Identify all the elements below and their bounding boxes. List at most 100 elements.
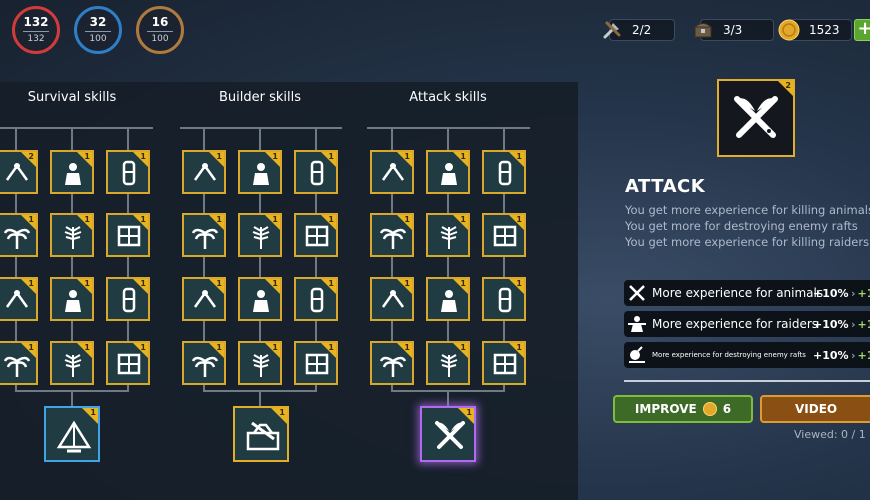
survival-underline	[0, 127, 153, 129]
attack-skill-slot[interactable]: 1	[370, 277, 414, 321]
attack-skill-slot[interactable]: 1	[426, 213, 470, 257]
food-current: 16	[151, 15, 169, 29]
description-line: You get more experience for killing raid…	[625, 235, 870, 249]
level-number: 1	[28, 215, 34, 224]
attack-skill-slot[interactable]: 1	[482, 277, 526, 321]
level-number: 1	[140, 152, 146, 161]
water-current: 32	[89, 15, 107, 29]
water-max: 100	[89, 34, 107, 44]
survival-skill-slot[interactable]: 1	[106, 150, 150, 194]
add-coins-button[interactable]: +	[854, 19, 870, 41]
level-number: 1	[328, 343, 334, 352]
food-stat: 16 100	[136, 6, 184, 54]
health-divider	[23, 31, 49, 32]
builder-skill-slot[interactable]: 1	[238, 150, 282, 194]
selected-skill-level: 2	[785, 81, 791, 90]
attack-skill-slot[interactable]: 1	[426, 341, 470, 385]
bonus-text: More experience for destroying enemy raf…	[652, 351, 806, 359]
survival-skill-slot[interactable]: 1	[50, 150, 94, 194]
tools-icon	[603, 21, 621, 39]
level-number: 1	[28, 279, 34, 288]
food-max: 100	[151, 34, 169, 44]
attack-skill-slot[interactable]: 1	[482, 150, 526, 194]
selected-skill-icon: 2	[717, 79, 795, 157]
level-number: 1	[84, 279, 90, 288]
attack-skill-slot[interactable]: 1	[370, 150, 414, 194]
attack-skill-slot[interactable]: 1	[426, 150, 470, 194]
bonus-next: ›+1	[851, 348, 870, 362]
level-number: 1	[516, 152, 522, 161]
survival-skill-slot[interactable]: 1	[50, 213, 94, 257]
improve-button[interactable]: IMPROVE 6	[613, 395, 753, 423]
survival-skill-slot[interactable]: 1	[106, 341, 150, 385]
builder-skill-slot[interactable]: 1	[182, 341, 226, 385]
level-number: 2	[28, 152, 34, 161]
bonus-row-animals: More experience for animals +10% ›+1	[624, 280, 870, 306]
bonus-next: ›+1	[851, 317, 870, 331]
builder-skill-slot[interactable]: 1	[294, 213, 338, 257]
builder-skill-slot[interactable]: 1	[182, 150, 226, 194]
food-divider	[147, 31, 173, 32]
builder-skill-slot[interactable]: 1	[294, 341, 338, 385]
builder-skill-slot[interactable]: 1	[294, 150, 338, 194]
improve-label: IMPROVE	[634, 402, 697, 416]
attack-skill-slot[interactable]: 1	[426, 277, 470, 321]
builder-skills-title: Builder skills	[218, 90, 302, 105]
level-number: 1	[404, 152, 410, 161]
level-number: 1	[90, 408, 96, 417]
bonus-value: +10%	[813, 286, 849, 300]
survival-skill-slot[interactable]: 1	[0, 341, 38, 385]
level-number: 1	[460, 279, 466, 288]
coins-resource: 1523 +	[778, 19, 870, 41]
level-number: 1	[279, 408, 285, 417]
level-number: 1	[140, 215, 146, 224]
tools-resource: 2/2	[601, 19, 675, 41]
attack-ultimate-skill-selected[interactable]: 1	[420, 406, 476, 462]
attack-skill-slot[interactable]: 1	[370, 341, 414, 385]
attack-skill-slot[interactable]: 1	[370, 213, 414, 257]
level-number: 1	[140, 343, 146, 352]
level-number: 1	[216, 152, 222, 161]
raider-icon	[624, 311, 650, 337]
crossed-swords-icon	[624, 280, 650, 306]
level-number: 1	[404, 279, 410, 288]
builder-skill-slot[interactable]: 1	[238, 213, 282, 257]
level-number: 1	[84, 343, 90, 352]
builder-skill-slot[interactable]: 1	[182, 213, 226, 257]
coin-icon	[702, 402, 717, 416]
survival-skill-slot[interactable]: 1	[106, 277, 150, 321]
level-number: 1	[460, 152, 466, 161]
survival-skill-slot[interactable]: 1	[50, 277, 94, 321]
divider	[624, 380, 870, 382]
builder-skill-slot[interactable]: 1	[182, 277, 226, 321]
attack-skill-slot[interactable]: 1	[482, 341, 526, 385]
bomb-raft-icon	[624, 342, 650, 368]
video-button[interactable]: VIDEO	[760, 395, 870, 423]
builder-ultimate-skill[interactable]: 1	[233, 406, 289, 462]
builder-skill-slot[interactable]: 1	[238, 341, 282, 385]
attack-skill-slot[interactable]: 1	[482, 213, 526, 257]
survival-skill-slot[interactable]: 2	[0, 150, 38, 194]
water-stat: 32 100	[74, 6, 122, 54]
survival-skill-slot[interactable]: 1	[0, 277, 38, 321]
survival-skill-slot[interactable]: 1	[0, 213, 38, 257]
level-number: 1	[466, 408, 472, 417]
level-number: 1	[272, 279, 278, 288]
description-line: You get more for destroying enemy rafts	[625, 219, 858, 233]
bonus-value: +10%	[813, 348, 849, 362]
bonus-next: ›+1	[851, 286, 870, 300]
survival-skill-slot[interactable]: 1	[106, 213, 150, 257]
chests-resource: 3/3	[692, 19, 774, 41]
level-number: 1	[140, 279, 146, 288]
bonus-value: +10%	[813, 317, 849, 331]
builder-skill-slot[interactable]: 1	[238, 277, 282, 321]
level-number: 1	[460, 215, 466, 224]
health-max: 132	[27, 34, 45, 44]
level-number: 1	[460, 343, 466, 352]
level-number: 1	[328, 152, 334, 161]
level-number: 1	[28, 343, 34, 352]
builder-skill-slot[interactable]: 1	[294, 277, 338, 321]
chest-icon	[693, 23, 713, 38]
survival-ultimate-skill[interactable]: 1	[44, 406, 100, 462]
survival-skill-slot[interactable]: 1	[50, 341, 94, 385]
